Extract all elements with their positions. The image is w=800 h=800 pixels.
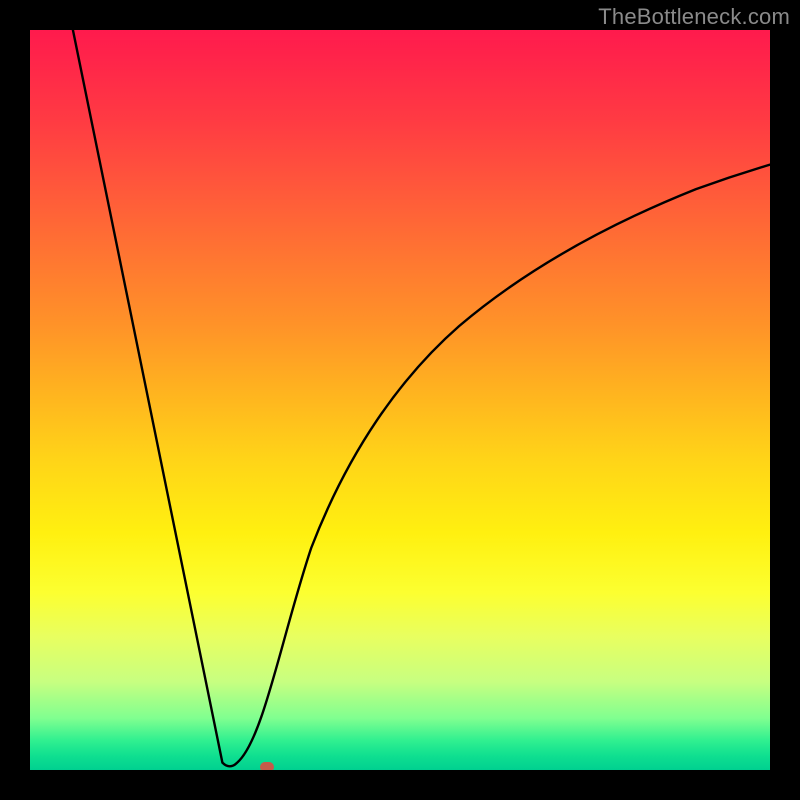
watermark-text: TheBottleneck.com — [598, 4, 790, 30]
minimum-marker — [260, 762, 274, 770]
bottleneck-curve — [30, 30, 770, 770]
chart-frame: TheBottleneck.com — [0, 0, 800, 800]
curve-path — [73, 30, 770, 766]
plot-area — [30, 30, 770, 770]
